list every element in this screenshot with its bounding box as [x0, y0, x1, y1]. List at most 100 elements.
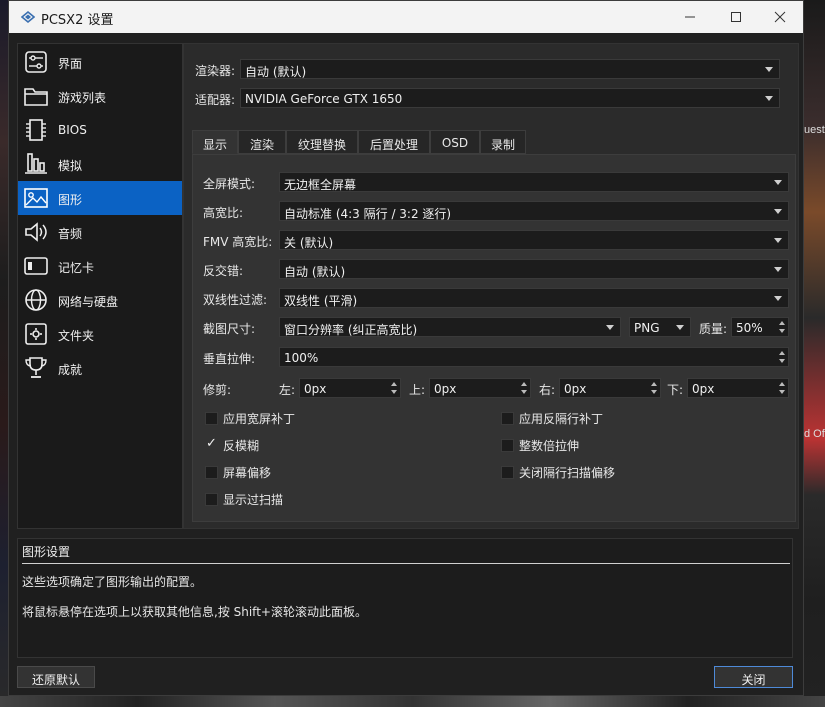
spin-up-icon[interactable] — [521, 382, 527, 386]
close-button[interactable]: 关闭 — [714, 666, 793, 688]
help-divider — [22, 563, 790, 564]
image-icon — [24, 188, 48, 208]
tab-recording[interactable]: 录制 — [480, 130, 526, 154]
sidebar-item-folders[interactable]: 文件夹 — [18, 317, 182, 351]
sidebar-item-label: 音频 — [58, 227, 83, 241]
interface-icon — [25, 51, 47, 73]
graphics-tabs: 显示 渲染 纹理替换 后置处理 OSD 录制 — [192, 130, 796, 154]
renderer-value: 自动 (默认) — [245, 65, 307, 79]
maximize-button[interactable] — [713, 1, 759, 33]
spin-down-icon[interactable] — [779, 329, 785, 333]
spin-down-icon[interactable] — [779, 359, 785, 363]
settings-sidebar: 界面 游戏列表 BIOS 模拟 图形 音频 记忆卡 网络与硬盘 文件夹 成就 — [17, 43, 183, 529]
sidebar-item-achievements[interactable]: 成就 — [18, 351, 182, 385]
bilinear-filter-value: 双线性 (平滑) — [284, 294, 358, 308]
screen-offsets-label: 屏幕偏移 — [223, 466, 272, 480]
checkmark-icon: ✓ — [206, 436, 217, 451]
crop-right-spinbox[interactable]: 0px — [559, 378, 661, 398]
sidebar-item-bios[interactable]: BIOS — [18, 113, 182, 147]
display-tab-page: 全屏模式: 无边框全屏幕 高宽比: 自动标准 (4:3 隔行 / 3:2 逐行)… — [192, 154, 796, 522]
sidebar-item-game-list[interactable]: 游戏列表 — [18, 79, 182, 113]
tab-post-processing[interactable]: 后置处理 — [358, 130, 430, 154]
tab-texture-replacement[interactable]: 纹理替换 — [286, 130, 358, 154]
title-bar[interactable]: PCSX2 设置 — [9, 1, 803, 33]
folder-gear-icon — [25, 323, 47, 345]
spin-up-icon[interactable] — [779, 321, 785, 325]
crop-bottom-spinbox[interactable]: 0px — [687, 378, 789, 398]
crop-top-label: 上: — [409, 383, 426, 397]
fullscreen-mode-select[interactable]: 无边框全屏幕 — [279, 172, 789, 192]
sidebar-item-label: 文件夹 — [58, 329, 95, 343]
minimize-icon — [685, 16, 695, 18]
speaker-icon — [25, 222, 47, 242]
adapter-select[interactable]: NVIDIA GeForce GTX 1650 — [240, 88, 780, 108]
crop-right-label: 右: — [539, 383, 556, 397]
fmv-aspect-label: FMV 高宽比: — [203, 235, 273, 249]
crop-bottom-value: 0px — [692, 382, 715, 396]
fmv-aspect-select[interactable]: 关 (默认) — [279, 230, 789, 250]
tab-label: 后置处理 — [369, 138, 418, 152]
screen-offsets-checkbox[interactable] — [205, 466, 218, 479]
spin-up-icon[interactable] — [651, 382, 657, 386]
help-title: 图形设置 — [22, 545, 71, 559]
spin-up-icon[interactable] — [779, 351, 785, 355]
chevron-down-icon — [765, 67, 773, 72]
widescreen-patches-checkbox[interactable] — [205, 412, 218, 425]
close-window-button[interactable] — [757, 1, 803, 33]
sidebar-item-graphics[interactable]: 图形 — [18, 181, 182, 215]
deinterlace-select[interactable]: 自动 (默认) — [279, 259, 789, 279]
renderer-select[interactable]: 自动 (默认) — [240, 59, 780, 79]
integer-scaling-checkbox[interactable] — [501, 439, 514, 452]
chip-icon — [26, 119, 46, 141]
no-interlace-patches-checkbox[interactable] — [501, 412, 514, 425]
disable-interlace-offset-checkbox[interactable] — [501, 466, 514, 479]
tab-display[interactable]: 显示 — [192, 130, 238, 154]
crop-top-spinbox[interactable]: 0px — [429, 378, 531, 398]
trophy-icon — [25, 357, 47, 378]
spin-down-icon[interactable] — [651, 390, 657, 394]
folder-icon — [24, 88, 48, 106]
settings-window: PCSX2 设置 界面 游戏列表 BIOS 模拟 图形 音频 记忆卡 网络与硬盘… — [8, 0, 804, 696]
help-line-1: 这些选项确定了图形输出的配置。 — [22, 575, 203, 589]
disable-interlace-offset-label: 关闭隔行扫描偏移 — [519, 466, 616, 480]
screenshot-size-select[interactable]: 窗口分辨率 (纠正高宽比) — [279, 317, 621, 337]
no-interlace-patches-label: 应用反隔行补丁 — [519, 412, 604, 426]
restore-defaults-label: 还原默认 — [31, 673, 80, 687]
spin-down-icon[interactable] — [779, 390, 785, 394]
sidebar-item-audio[interactable]: 音频 — [18, 215, 182, 249]
sidebar-item-label: 游戏列表 — [58, 91, 107, 105]
spin-up-icon[interactable] — [779, 382, 785, 386]
vertical-stretch-spinbox[interactable]: 100% — [279, 347, 789, 367]
tab-osd[interactable]: OSD — [430, 130, 480, 154]
bilinear-filter-label: 双线性过滤: — [203, 293, 268, 307]
sidebar-item-emulation[interactable]: 模拟 — [18, 147, 182, 181]
quality-spinbox[interactable]: 50% — [731, 317, 789, 337]
show-overscan-checkbox[interactable] — [205, 493, 218, 506]
sidebar-item-memory-card[interactable]: 记忆卡 — [18, 249, 182, 283]
spin-up-icon[interactable] — [391, 382, 397, 386]
sidebar-item-interface[interactable]: 界面 — [18, 45, 182, 79]
spin-down-icon[interactable] — [521, 390, 527, 394]
screenshot-size-value: 窗口分辨率 (纠正高宽比) — [284, 323, 418, 337]
tab-rendering[interactable]: 渲染 — [238, 130, 286, 154]
chevron-down-icon — [606, 325, 614, 330]
chevron-down-icon — [774, 267, 782, 272]
crop-left-spinbox[interactable]: 0px — [299, 378, 401, 398]
tab-label: 渲染 — [249, 138, 274, 152]
background-right — [804, 0, 825, 707]
graphics-settings-panel: 渲染器: 自动 (默认) 适配器: NVIDIA GeForce GTX 165… — [183, 43, 799, 529]
sidebar-item-network[interactable]: 网络与硬盘 — [18, 283, 182, 317]
crop-right-value: 0px — [564, 382, 587, 396]
restore-defaults-button[interactable]: 还原默认 — [17, 666, 95, 688]
help-line-2: 将鼠标悬停在选项上以获取其他信息,按 Shift+滚轮滚动此面板。 — [22, 605, 367, 619]
chevron-down-icon — [774, 296, 782, 301]
spin-down-icon[interactable] — [391, 390, 397, 394]
aspect-ratio-select[interactable]: 自动标准 (4:3 隔行 / 3:2 逐行) — [279, 201, 789, 221]
integer-scaling-label: 整数倍拉伸 — [519, 439, 580, 453]
maximize-icon — [731, 12, 741, 22]
anti-blur-checkbox[interactable]: ✓ — [205, 436, 218, 452]
bilinear-filter-select[interactable]: 双线性 (平滑) — [279, 288, 789, 308]
app-icon — [21, 10, 35, 24]
minimize-button[interactable] — [667, 1, 713, 33]
screenshot-format-select[interactable]: PNG — [629, 317, 691, 337]
